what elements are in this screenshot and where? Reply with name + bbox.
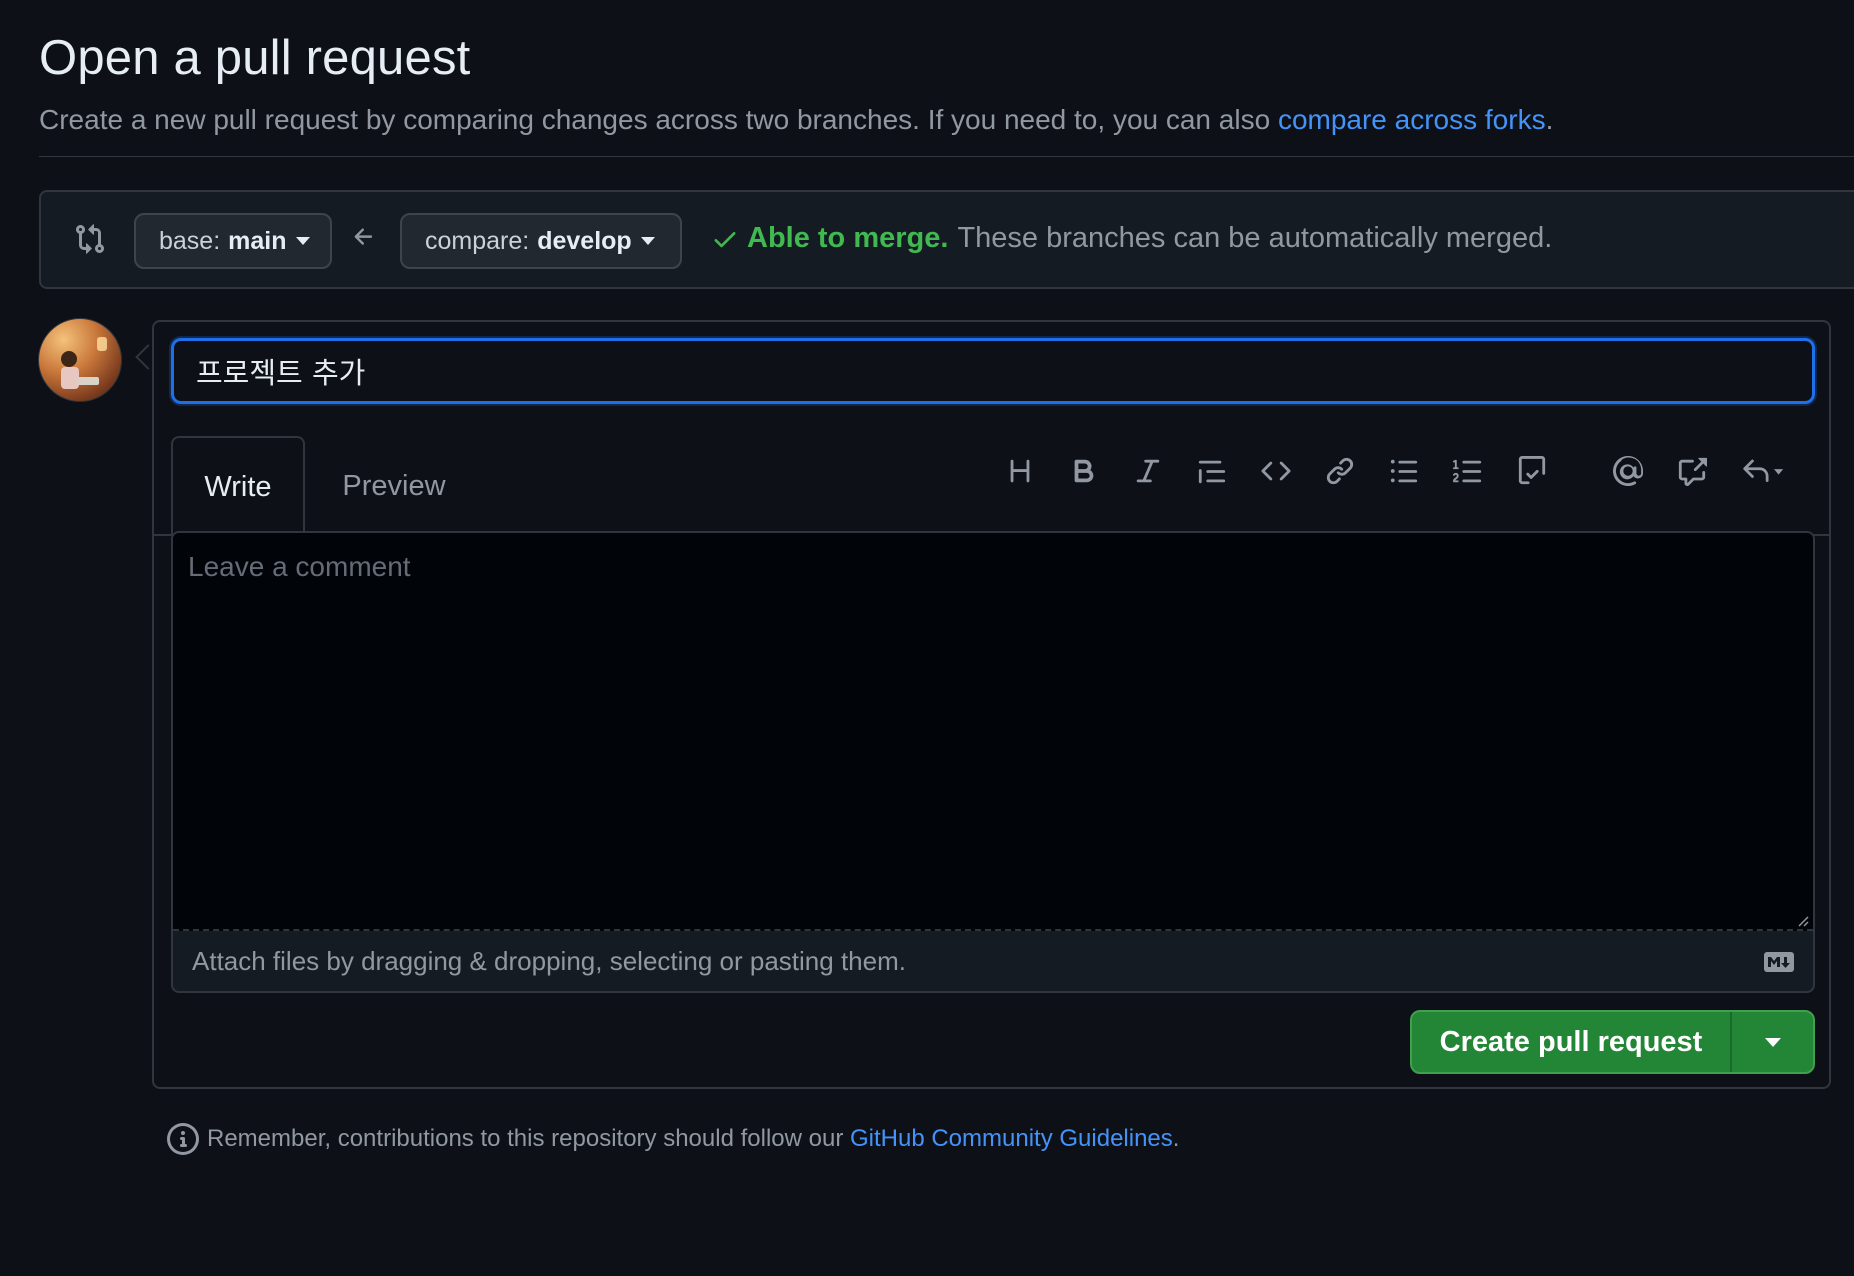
tab-write-label: Write [204,470,272,503]
editor-tabs: Write Preview [154,436,1829,538]
subtitle-text: Create a new pull request by comparing c… [39,104,1278,135]
cross-reference-icon[interactable] [1667,446,1717,496]
create-options-dropdown[interactable] [1732,1012,1813,1072]
markdown-icon[interactable] [1763,951,1795,973]
task-list-icon[interactable] [1507,446,1557,496]
tab-preview-label: Preview [342,469,446,502]
pull-request-form: Write Preview [152,320,1831,1089]
base-label: base: [159,226,221,255]
compare-branch-button[interactable]: compare: develop [400,213,682,269]
tab-preview[interactable]: Preview [324,436,464,536]
comment-textarea[interactable] [173,533,1813,931]
title-divider [39,156,1854,157]
mention-icon[interactable] [1603,446,1653,496]
title-input[interactable] [171,338,1815,404]
info-icon [167,1123,199,1155]
create-pull-request-label[interactable]: Create pull request [1412,1012,1732,1072]
git-compare-icon [74,222,106,256]
heading-icon[interactable] [995,446,1045,496]
resize-handle-icon[interactable] [1795,913,1809,927]
base-branch-button[interactable]: base: main [134,213,332,269]
compare-branch-name: develop [537,226,632,255]
compare-across-forks-link[interactable]: compare across forks [1278,104,1546,135]
create-pull-request-button[interactable]: Create pull request [1410,1010,1815,1074]
chevron-down-icon [1764,1037,1781,1047]
compare-label: compare: [425,226,530,255]
chevron-down-icon [295,237,310,245]
comment-box: Attach files by dragging & dropping, sel… [171,531,1815,993]
chevron-down-icon [640,237,655,245]
merge-status-description: These branches can be automatically merg… [957,222,1553,254]
arrow-left-icon [351,224,377,250]
guidelines-note-suffix: . [1172,1125,1180,1152]
page-title: Open a pull request [39,31,471,85]
guidelines-note: Remember, contributions to this reposito… [167,1123,1179,1155]
attach-files-text[interactable]: Attach files by dragging & dropping, sel… [192,946,906,977]
tab-write[interactable]: Write [171,436,305,538]
link-icon[interactable] [1315,446,1365,496]
base-branch-name: main [228,226,287,255]
community-guidelines-link[interactable]: GitHub Community Guidelines [850,1125,1173,1153]
pull-request-page: Open a pull request Create a new pull re… [0,0,1854,1276]
code-icon[interactable] [1251,446,1301,496]
bold-icon[interactable] [1059,446,1109,496]
italic-icon[interactable] [1123,446,1173,496]
reply-icon[interactable] [1728,446,1798,496]
compare-bar: base: main compare: develop Able to merg… [39,190,1854,289]
avatar[interactable] [38,318,122,402]
page-subtitle: Create a new pull request by comparing c… [39,104,1553,136]
subtitle-suffix: . [1545,104,1554,135]
unordered-list-icon[interactable] [1379,446,1429,496]
guidelines-note-text: Remember, contributions to this reposito… [207,1125,844,1152]
merge-status-label: Able to merge. [747,222,949,254]
ordered-list-icon[interactable] [1443,446,1493,496]
check-icon [714,231,736,247]
merge-status: Able to merge. These branches can be aut… [711,222,1552,255]
quote-icon[interactable] [1187,446,1237,496]
